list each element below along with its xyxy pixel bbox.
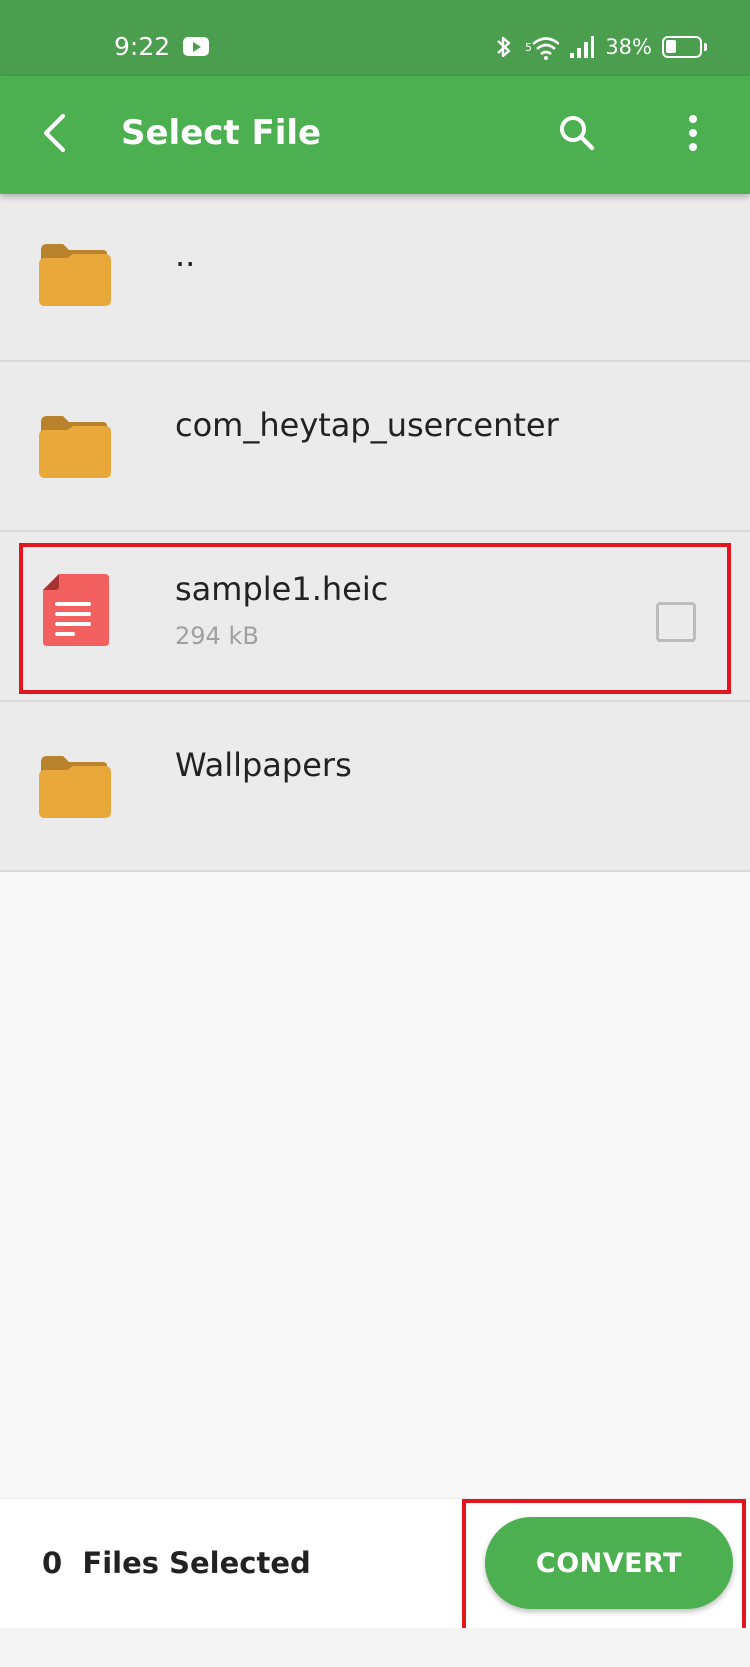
file-name: ..: [175, 236, 196, 274]
battery-percentage: 38%: [605, 35, 652, 59]
bottom-bar: 0 Files Selected CONVERT: [0, 1498, 750, 1628]
status-bar: 9:22 5 38%: [0, 0, 750, 76]
list-item-folder[interactable]: Wallpapers: [0, 702, 750, 872]
bluetooth-icon: [497, 36, 511, 58]
list-item-folder[interactable]: com_heytap_usercenter: [0, 362, 750, 532]
selected-count-text: Files Selected: [82, 1546, 311, 1580]
search-button[interactable]: [544, 100, 610, 166]
app-bar: Select File: [0, 76, 750, 194]
signal-icon: [570, 36, 595, 58]
more-vert-icon: [689, 115, 697, 151]
folder-icon: [39, 416, 111, 478]
selected-count: 0: [42, 1546, 63, 1580]
list-item-parent-folder[interactable]: ..: [0, 194, 750, 362]
file-name: com_heytap_usercenter: [175, 406, 559, 444]
file-select-checkbox[interactable]: [656, 602, 696, 642]
list-item-file[interactable]: sample1.heic 294 kB: [0, 532, 750, 702]
youtube-icon: [183, 37, 209, 56]
file-list: .. com_heytap_usercenter sample1.heic 29…: [0, 194, 750, 872]
page-title: Select File: [121, 113, 322, 153]
selected-count-label: 0 Files Selected: [42, 1543, 311, 1583]
back-arrow-icon: [43, 113, 66, 153]
status-time: 9:22: [114, 32, 171, 61]
convert-button[interactable]: CONVERT: [485, 1517, 733, 1609]
back-button[interactable]: [22, 100, 88, 166]
more-options-button[interactable]: [668, 100, 718, 166]
footer-strip: [0, 1628, 750, 1667]
wifi-icon: 5: [525, 37, 560, 60]
status-icons: 5 38%: [493, 30, 707, 64]
folder-icon: [39, 244, 111, 306]
battery-icon: [662, 36, 707, 58]
search-icon: [560, 116, 595, 151]
document-icon: [43, 574, 109, 646]
file-size: 294 kB: [175, 622, 259, 650]
folder-icon: [39, 756, 111, 818]
file-name: sample1.heic: [175, 570, 389, 608]
svg-text:5: 5: [525, 41, 532, 54]
file-name: Wallpapers: [175, 746, 352, 784]
